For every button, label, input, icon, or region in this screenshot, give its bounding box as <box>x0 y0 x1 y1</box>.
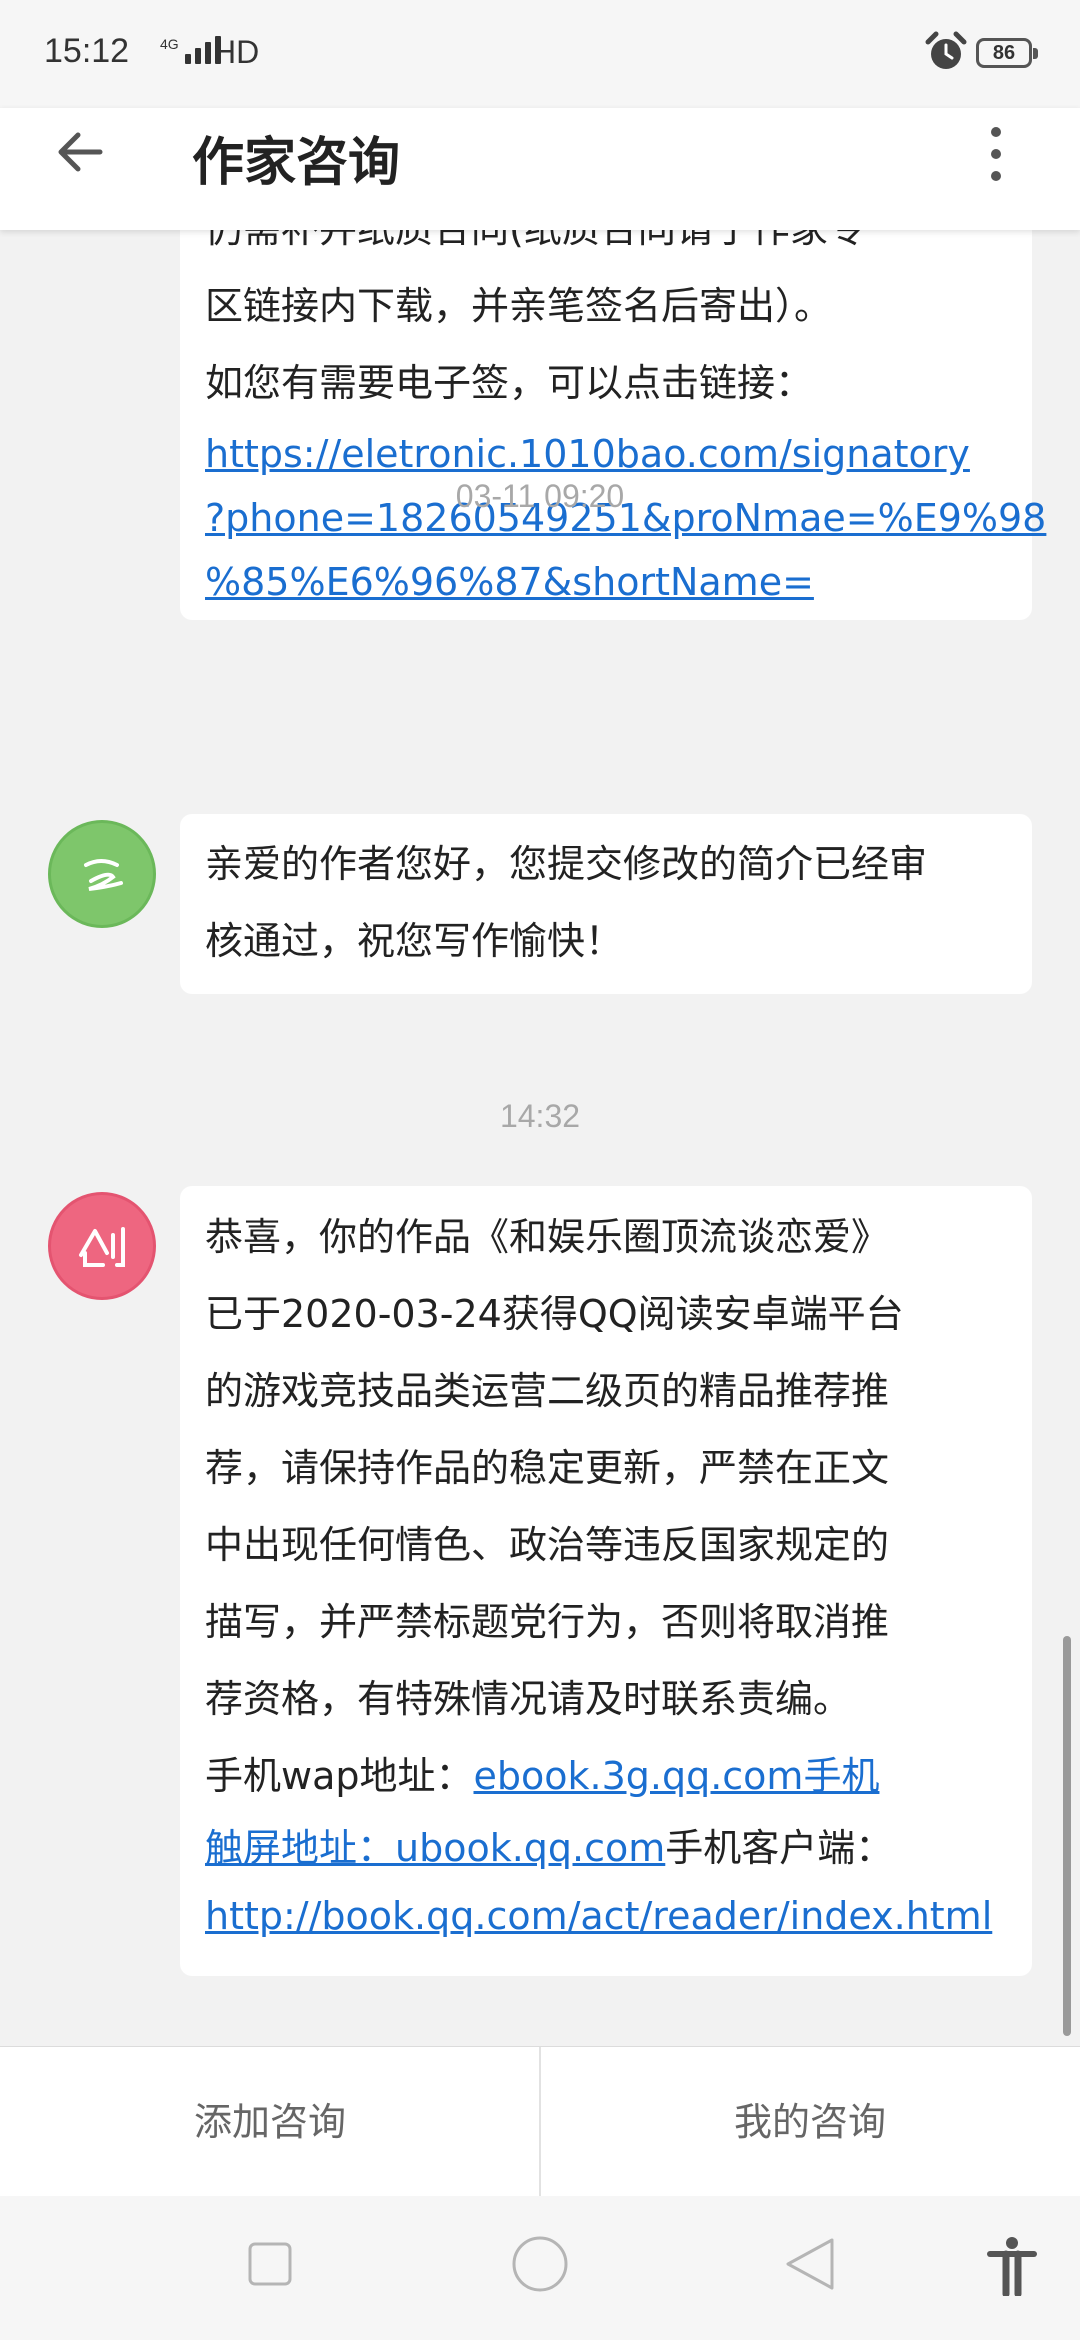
message-line: 触屏地址：ubook.qq.com手机客户端： <box>205 1815 1008 1881</box>
message-line: 恭喜，你的作品《和娱乐圈顶流谈恋爱》 <box>205 1215 890 1259</box>
page-title: 作家咨询 <box>192 133 401 193</box>
message-line: 核通过，祝您写作愉快！ <box>205 919 624 963</box>
message-line: 的游戏竞技品类运营二级页的精品推荐推 <box>205 1369 890 1413</box>
message-line: 亲爱的作者您好，您提交修改的简介已经审 <box>205 842 928 886</box>
wap-label: 手机wap地址： <box>205 1754 474 1798</box>
touch-link[interactable]: 触屏地址：ubook.qq.com <box>205 1826 665 1870</box>
more-vertical-icon[interactable] <box>980 122 1012 186</box>
signatory-link-cont[interactable]: %85%E6%96%87&shortName= <box>205 550 1008 614</box>
hd-indicator: HD <box>213 34 260 70</box>
message-timestamp: 03-11 09:20 <box>455 478 625 514</box>
message-line: 荐，请保持作品的稳定更新，严禁在正文 <box>205 1446 890 1490</box>
message-bubble: 亲爱的作者您好，您提交修改的简介已经审 核通过，祝您写作愉快！ <box>180 814 1032 994</box>
message-line: 手机wap地址：ebook.3g.qq.com手机 <box>205 1738 1008 1815</box>
client-link[interactable]: http://book.qq.com/act/reader/index.html <box>205 1881 1008 1951</box>
add-consultation-button[interactable]: 添加咨询 <box>0 2047 540 2197</box>
alarm-clock-icon <box>925 31 967 69</box>
client-label: 手机客户端： <box>665 1826 894 1870</box>
network-type: 4G <box>160 36 179 52</box>
message-line: 描写，并严禁标题党行为，否则将取消推 <box>205 1600 890 1644</box>
chuang-logo-icon <box>79 1227 125 1267</box>
arrow-left-icon[interactable] <box>50 122 110 182</box>
bottom-tabs: 添加咨询 我的咨询 <box>0 2046 1080 2197</box>
message-line: 区链接内下载，并亲笔签名后寄出）。 <box>205 284 833 328</box>
message-timestamp: 14:32 <box>499 1098 581 1134</box>
message-bubble: 仍需补并纸质合同(纸质合同请于作家专 区链接内下载，并亲笔签名后寄出）。 如您有… <box>180 230 1046 620</box>
triangle-back-icon[interactable] <box>782 2236 838 2292</box>
chat-list[interactable]: 仍需补并纸质合同(纸质合同请于作家专 区链接内下载，并亲笔签名后寄出）。 如您有… <box>0 230 1080 2046</box>
system-nav-bar <box>0 2196 1080 2340</box>
app-header <box>0 108 1080 230</box>
scrollbar[interactable] <box>1063 1636 1071 2036</box>
message-line: 已于2020-03-24获得QQ阅读安卓端平台 <box>205 1292 904 1336</box>
avatar[interactable] <box>48 820 156 928</box>
wap-link[interactable]: ebook.3g.qq.com手机 <box>474 1754 880 1798</box>
status-time: 15:12 <box>44 32 130 70</box>
status-bar: 15:12 4G HD 86 <box>0 0 1080 108</box>
circle-home-icon[interactable] <box>510 2234 570 2294</box>
accessibility-icon[interactable] <box>984 2236 1040 2296</box>
message-line: 仍需补并纸质合同(纸质合同请于作家专 <box>205 230 1008 268</box>
my-consultation-button[interactable]: 我的咨询 <box>540 2047 1080 2197</box>
signatory-link[interactable]: https://eletronic.1010bao.com/signatory <box>205 422 1008 486</box>
message-line: 中出现任何情色、政治等违反国家规定的 <box>205 1523 890 1567</box>
battery-icon: 86 <box>976 38 1038 68</box>
avatar[interactable] <box>48 1192 156 1300</box>
signal-icon: 4G <box>160 36 221 64</box>
message-line: 如您有需要电子签，可以点击链接： <box>205 361 814 405</box>
message-line: 荐资格，有特殊情况请及时联系责编。 <box>205 1677 852 1721</box>
square-recent-icon[interactable] <box>246 2240 294 2288</box>
message-bubble: 恭喜，你的作品《和娱乐圈顶流谈恋爱》 已于2020-03-24获得QQ阅读安卓端… <box>180 1186 1032 1976</box>
swirl-logo-icon <box>84 859 123 891</box>
